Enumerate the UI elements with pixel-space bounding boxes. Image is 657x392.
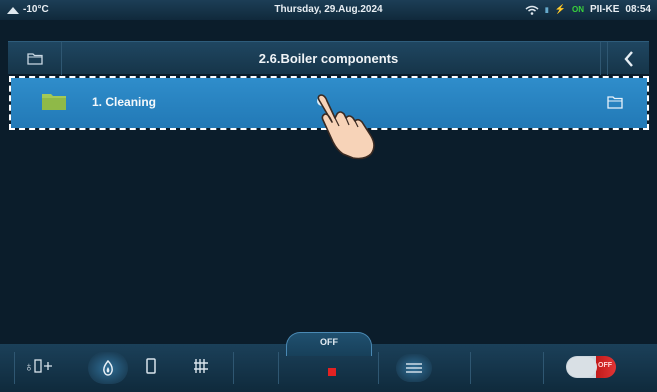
outdoor-mode-button[interactable]: ♁: [24, 358, 54, 374]
folder-open-icon[interactable]: [607, 95, 623, 109]
header-divider: [600, 42, 601, 75]
back-button[interactable]: [607, 42, 649, 75]
stop-icon[interactable]: [328, 368, 336, 376]
outdoor-mode-icon: ♁: [24, 359, 52, 374]
toggle-knob: [567, 357, 597, 377]
toolbar-divider: [543, 352, 544, 384]
signal-icon: ▮: [544, 6, 549, 14]
plug-icon: ⚡: [554, 4, 566, 14]
page-header: 2.6.Boiler components: [8, 41, 649, 75]
wifi-icon: [525, 5, 539, 15]
hand-pointer-icon: [317, 94, 375, 160]
radiator-icon: [194, 359, 208, 373]
power-toggle[interactable]: OFF: [566, 356, 616, 378]
page-title: 2.6.Boiler components: [258, 51, 399, 66]
menu-button[interactable]: [396, 354, 432, 382]
list-item-label: 1. Cleaning: [92, 95, 157, 109]
toolbar-divider: [14, 352, 15, 384]
menu-icon: [406, 363, 422, 373]
back-chevron-icon: [623, 50, 633, 67]
on-indicator: ON: [571, 5, 584, 14]
status-bar: -10°C Thursday, 29.Aug.2024 ▮ ⚡ ON PII-K…: [0, 0, 657, 20]
flame-button[interactable]: [88, 352, 128, 384]
boiler-button[interactable]: [146, 358, 156, 374]
network-indicator: PII-KE: [589, 4, 620, 15]
boiler-icon: [146, 358, 156, 374]
toggle-label: OFF: [598, 362, 612, 369]
status-time: 08:54: [625, 4, 651, 15]
status-right: ▮ ⚡ ON PII-KE 08:54: [525, 4, 651, 15]
radiator-button[interactable]: [193, 358, 209, 374]
toolbar-divider: [233, 352, 234, 384]
flame-icon: [103, 360, 113, 376]
toolbar-divider: [278, 352, 279, 384]
toolbar-divider: [470, 352, 471, 384]
toolbar-divider: [378, 352, 379, 384]
mode-label: OFF: [320, 337, 338, 347]
folder-icon: [42, 94, 66, 110]
svg-text:♁: ♁: [24, 359, 34, 374]
bottom-toolbar: ♁ OFF OFF: [0, 332, 657, 392]
